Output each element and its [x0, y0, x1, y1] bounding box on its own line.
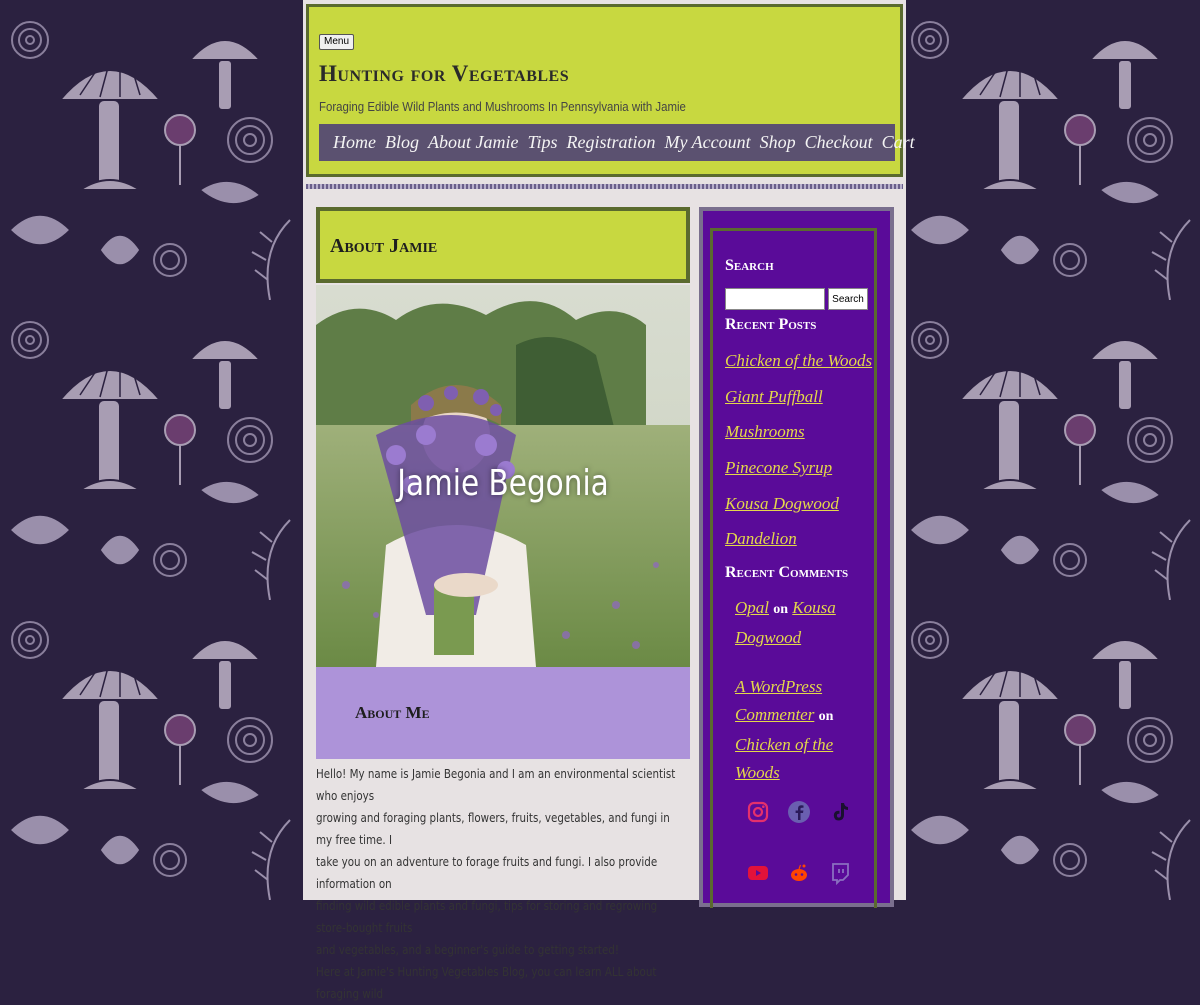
- hero-image: Jamie Begonia: [316, 285, 690, 667]
- body-line: Hello! My name is Jamie Begonia and I am…: [316, 767, 676, 803]
- article-body: Hello! My name is Jamie Begonia and I am…: [316, 763, 690, 1005]
- body-line: and vegetables, and a beginner's guide t…: [316, 943, 620, 957]
- comment-on-text: on: [773, 602, 789, 617]
- sidebar-inner-frame: Search Search Recent Posts Chicken of th…: [710, 228, 877, 908]
- about-me-heading: About Me: [355, 703, 430, 722]
- comment-author-link[interactable]: Opal: [735, 598, 769, 617]
- recent-comment: A WordPress Commenter on Chicken of the …: [735, 673, 875, 787]
- about-me-box: About Me: [316, 667, 690, 759]
- comment-on-text: on: [818, 709, 834, 724]
- comment-author-link[interactable]: A WordPress Commenter: [735, 677, 822, 724]
- body-line: finding wild edible plants and fungi, ti…: [316, 899, 658, 935]
- search-button[interactable]: Search: [828, 288, 868, 310]
- article-title-box: About Jamie: [316, 207, 690, 283]
- nav-item-tips[interactable]: Tips: [527, 132, 557, 153]
- nav-item-about-jamie[interactable]: About Jamie: [428, 132, 518, 153]
- nav-item-home[interactable]: Home: [333, 132, 376, 153]
- site-tagline: Foraging Edible Wild Plants and Mushroom…: [319, 99, 686, 114]
- youtube-icon[interactable]: [746, 861, 770, 885]
- page-container: Menu Hunting for Vegetables Foraging Edi…: [303, 0, 915, 1001]
- body-line: growing and foraging plants, flowers, fr…: [316, 811, 670, 847]
- body-line: take you on an adventure to forage fruit…: [316, 855, 658, 891]
- page-title: About Jamie: [330, 235, 438, 257]
- recent-post-link[interactable]: Dandelion: [725, 529, 797, 549]
- search-widget-title: Search: [725, 257, 774, 274]
- nav-item-shop[interactable]: Shop: [760, 132, 796, 153]
- recent-post-link[interactable]: Chicken of the Woods: [725, 351, 872, 371]
- recent-posts-title: Recent Posts: [725, 316, 817, 333]
- nav-item-blog[interactable]: Blog: [385, 132, 419, 153]
- menu-button[interactable]: Menu: [319, 34, 355, 50]
- hero-name-overlay: Jamie Begonia: [397, 463, 609, 504]
- sidebar: Search Search Recent Posts Chicken of th…: [699, 207, 894, 908]
- comment-post-link[interactable]: Chicken of the Woods: [735, 735, 833, 782]
- main-content: About Jamie Jamie Begonia About Me Hello…: [316, 207, 690, 1001]
- facebook-icon[interactable]: [787, 800, 811, 824]
- header-divider: [306, 184, 903, 189]
- recent-post-link[interactable]: Pinecone Syrup: [725, 458, 832, 478]
- primary-navigation: Home Blog About Jamie Tips Registration …: [319, 124, 915, 161]
- recent-post-link[interactable]: Giant Puffball: [725, 387, 823, 407]
- site-title[interactable]: Hunting for Vegetables: [319, 61, 569, 87]
- recent-comment: Opal on Kousa Dogwood: [735, 594, 875, 652]
- site-header: Menu Hunting for Vegetables Foraging Edi…: [306, 4, 915, 177]
- twitch-icon[interactable]: [828, 861, 852, 885]
- instagram-icon[interactable]: [746, 800, 770, 824]
- body-line: Here at Jamie's Hunting Vegetables Blog,…: [316, 965, 657, 1001]
- reddit-icon[interactable]: [787, 861, 811, 885]
- recent-comments-title: Recent Comments: [725, 564, 849, 581]
- recent-post-link[interactable]: Kousa Dogwood: [725, 494, 839, 514]
- tiktok-icon[interactable]: [828, 800, 852, 824]
- recent-post-link[interactable]: Mushrooms: [725, 422, 805, 442]
- nav-item-registration[interactable]: Registration: [567, 132, 656, 153]
- search-input[interactable]: [725, 288, 825, 310]
- nav-item-my-account[interactable]: My Account: [665, 132, 751, 153]
- nav-item-cart[interactable]: Cart: [882, 132, 915, 153]
- nav-item-checkout[interactable]: Checkout: [805, 132, 873, 153]
